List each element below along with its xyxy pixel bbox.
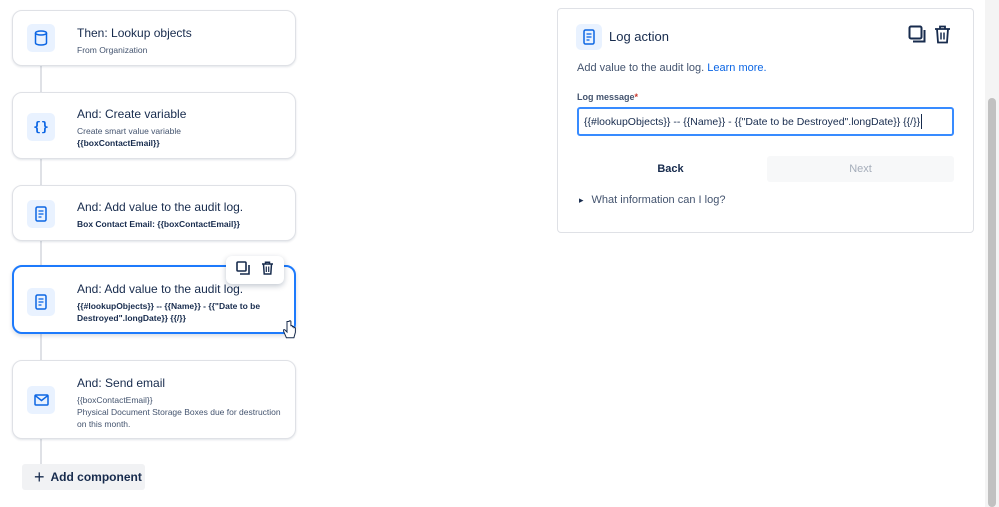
step-subtitle: {{#lookupObjects}} -- {{Name}} - {{"Date… [77, 301, 261, 323]
required-indicator: * [634, 92, 639, 102]
step-lookup-objects[interactable]: Then: Lookup objects From Organization [12, 10, 296, 66]
step-recipient: {{boxContactEmail}} [77, 395, 153, 405]
scrollbar-thumb[interactable] [988, 98, 996, 507]
panel-description: Add value to the audit log. Learn more. [577, 62, 767, 74]
database-icon [27, 24, 55, 52]
braces-icon: {} [27, 113, 55, 141]
step-title: And: Add value to the audit log. [77, 200, 244, 214]
step-subtitle: From Organization [77, 45, 148, 55]
chevron-right-icon: ▸ [579, 194, 584, 205]
duplicate-icon[interactable] [235, 260, 250, 280]
expander-label: What information can I log? [591, 194, 726, 206]
log-message-label: Log message* [577, 92, 638, 102]
input-value: {{#lookupObjects}} -- {{Name}} - {{"Date… [584, 115, 921, 128]
page-scrollbar[interactable] [985, 0, 999, 507]
step-title: And: Add value to the audit log. [77, 282, 244, 296]
log-icon [27, 288, 55, 316]
description-text: Add value to the audit log. [577, 62, 705, 74]
step-subtitle: Create smart value variable [77, 126, 181, 136]
log-action-panel: Log action Add value to the audit log. L… [557, 8, 974, 233]
step-subtitle: Box Contact Email: {{boxContactEmail}} [77, 219, 240, 229]
info-expander[interactable]: ▸ What information can I log? [579, 194, 725, 206]
back-button[interactable]: Back [577, 156, 764, 182]
log-icon [576, 24, 602, 50]
duplicate-icon[interactable] [908, 25, 926, 49]
trash-icon[interactable] [261, 261, 274, 280]
panel-title: Log action [609, 29, 669, 44]
step-send-email[interactable]: And: Send email {{boxContactEmail}} Phys… [12, 360, 296, 439]
next-button[interactable]: Next [767, 156, 954, 182]
log-message-input[interactable]: {{#lookupObjects}} -- {{Name}} - {{"Date… [577, 107, 954, 136]
step-title: And: Create variable [77, 107, 187, 121]
step-email-subject: Physical Document Storage Boxes due for … [77, 407, 281, 429]
field-label-text: Log message [577, 92, 635, 102]
step-variable-name: {{boxContactEmail}} [77, 138, 160, 148]
step-floating-toolbar [226, 256, 284, 284]
mouse-pointer-icon [283, 320, 296, 339]
plus-icon: + [34, 467, 45, 487]
step-title: And: Send email [77, 376, 166, 390]
learn-more-link[interactable]: Learn more. [707, 62, 766, 74]
add-component-label: Add component [50, 470, 142, 484]
trash-icon[interactable] [934, 25, 951, 49]
add-component-button[interactable]: + Add component [22, 464, 145, 490]
step-audit-log-1[interactable]: And: Add value to the audit log. Box Con… [12, 185, 296, 241]
text-caret [921, 114, 923, 129]
step-create-variable[interactable]: {} And: Create variable Create smart val… [12, 92, 296, 159]
step-title: Then: Lookup objects [77, 26, 192, 40]
mail-icon [27, 386, 55, 414]
log-icon [27, 200, 55, 228]
